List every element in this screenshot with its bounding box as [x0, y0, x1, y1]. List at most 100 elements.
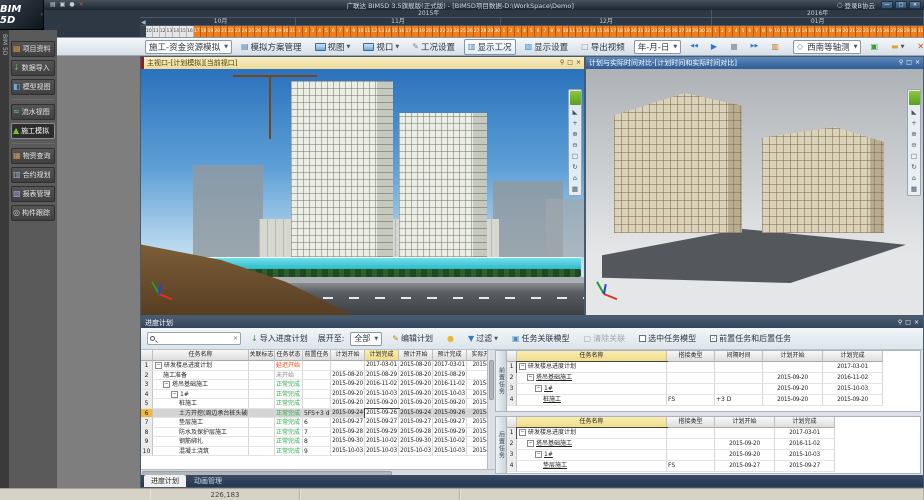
timeline-day[interactable]: 29 [487, 26, 494, 37]
collapse-icon[interactable]: − [535, 451, 542, 458]
cell-7[interactable]: 2015-09-20 [399, 390, 433, 400]
cell-3[interactable]: 正常完成 [275, 418, 303, 428]
task-search-input[interactable] [158, 335, 233, 343]
home-icon[interactable]: ⌂ [570, 173, 581, 183]
timeline-day[interactable]: 25 [877, 26, 884, 37]
timeline-day[interactable]: 5 [528, 26, 535, 37]
cell-6[interactable]: 2015-08-29 [365, 371, 399, 381]
cell-task-name[interactable]: −塔吊基础施工 [517, 439, 667, 450]
cell-2[interactable] [667, 384, 715, 395]
task-row[interactable]: 8防水及保护层施工正常完成72015-09-282015-09-292015-0… [141, 428, 487, 438]
predecessor-tab[interactable]: 前置任务 [496, 351, 507, 411]
timeline-day[interactable]: 31 [706, 26, 713, 37]
viewport-button[interactable]: 视口▼ [359, 39, 403, 55]
timeline-day[interactable]: 18 [412, 26, 419, 37]
cell-8[interactable]: 2017-03-01 [433, 361, 467, 371]
cell-3[interactable] [715, 384, 763, 395]
timeline-scroll-left-icon[interactable]: ◀ [141, 19, 146, 26]
timeline-day[interactable]: 14 [590, 26, 597, 37]
cell-task-name[interactable]: −塔吊基础施工 [153, 380, 249, 390]
cell-6[interactable]: 2015-10-03 [365, 390, 399, 400]
timeline-day[interactable]: 30 [283, 26, 290, 37]
timeline-day[interactable]: 14 [802, 26, 809, 37]
cell-4[interactable]: 2016-11-02 [775, 439, 835, 450]
sidebar-item-material-query[interactable]: ▦物资查询 [11, 148, 55, 164]
timeline-day[interactable]: 1 [296, 26, 303, 37]
timeline-day[interactable]: 31 [918, 26, 924, 37]
cell-3[interactable]: 延迟开始 [275, 361, 303, 371]
close-button[interactable]: ✕ [909, 1, 921, 9]
pin-icon[interactable]: ⚲ [560, 60, 564, 66]
cell-2[interactable] [249, 437, 275, 447]
cell-5[interactable]: 2015-10-03 [331, 447, 365, 457]
show-work-condition-button[interactable]: ▥显示工况 [464, 39, 516, 55]
cell-8[interactable]: 2016-11-02 [433, 380, 467, 390]
export-video-button[interactable]: □导出视频 [577, 39, 629, 55]
timeline-day[interactable]: 1 [501, 26, 508, 37]
locate-task-button[interactable]: ● [443, 333, 458, 345]
fullscreen-icon[interactable]: ▦ [570, 184, 581, 194]
timeline-day[interactable]: 11 [365, 26, 372, 37]
timeline-day[interactable]: 13 [795, 26, 802, 37]
collapse-icon[interactable]: − [171, 391, 178, 398]
timeline-day[interactable]: 6 [535, 26, 542, 37]
cell-task-name[interactable]: 施工准备 [153, 371, 249, 381]
cell-3[interactable] [715, 362, 763, 373]
work-condition-settings-button[interactable]: ✎工况设置 [408, 39, 459, 55]
cell-3[interactable]: 2015-09-20 [715, 450, 775, 461]
expand-level-select[interactable]: 全部▼ [350, 332, 382, 346]
cell-3[interactable]: 未开始 [275, 371, 303, 381]
link-task-row[interactable]: 3−1#2015-09-202015-10-03 [507, 384, 867, 395]
cell-4[interactable] [303, 361, 331, 371]
cell-4[interactable]: 6 [303, 418, 331, 428]
cell-8[interactable]: 2015-10-02 [433, 437, 467, 447]
timeline-day[interactable]: 22 [644, 26, 651, 37]
timeline-day[interactable]: 27 [890, 26, 897, 37]
timeline-day[interactable]: 24 [453, 26, 460, 37]
timeline-day[interactable]: 27 [474, 26, 481, 37]
cell-task-name[interactable]: 混凝土浇筑 [153, 447, 249, 457]
timeline-day[interactable]: 26 [883, 26, 890, 37]
timeline-day[interactable]: 9 [767, 26, 774, 37]
cell-6[interactable]: 2015-09-27 [365, 418, 399, 428]
cell-6[interactable]: 2015-09-29 [365, 428, 399, 438]
timeline-day[interactable]: 8 [761, 26, 768, 37]
gantt-button[interactable]: ▥ [767, 41, 783, 53]
cell-5[interactable]: 2015-09-20 [823, 395, 883, 406]
timeline-day[interactable]: 22 [440, 26, 447, 37]
date-format-select[interactable]: 年-月-日▼ [634, 40, 682, 54]
timeline-day[interactable]: 19 [207, 26, 214, 37]
zoom-out-icon[interactable]: ⊖ [570, 140, 581, 150]
timeline-day[interactable]: 12 [371, 26, 378, 37]
viewport-compare-titlebar[interactable]: 计划与实际时间对比-[计划时间和实际时间对比] ⚲ □ × [586, 57, 923, 69]
layers-flag-icon[interactable] [570, 91, 581, 105]
timeline-day[interactable]: 13 [378, 26, 385, 37]
float-icon[interactable]: □ [905, 320, 911, 326]
cell-4[interactable]: 2017-03-01 [775, 428, 835, 439]
cell-4[interactable]: 2015-09-27 [775, 461, 835, 472]
cell-2[interactable] [249, 390, 275, 400]
task-row[interactable]: 5桩施工正常完成2015-09-202015-09-202015-09-2020… [141, 399, 487, 409]
cell-9[interactable]: 2015-09 [467, 428, 487, 438]
timeline-day[interactable]: 24 [870, 26, 877, 37]
cell-2[interactable] [667, 373, 715, 384]
collapse-icon[interactable]: − [519, 363, 526, 370]
cell-2[interactable] [667, 362, 715, 373]
timeline-day[interactable]: 16 [815, 26, 822, 37]
cell-8[interactable]: 2015-09-20 [433, 399, 467, 409]
timeline-day[interactable]: 12 [576, 26, 583, 37]
cell-7[interactable]: 2015-09-20 [399, 399, 433, 409]
cell-2[interactable] [249, 447, 275, 457]
cell-4[interactable] [303, 390, 331, 400]
tab-进度计划[interactable]: 进度计划 [144, 475, 186, 487]
fast-forward-button[interactable]: ▶▶ [747, 42, 763, 51]
cell-3[interactable]: +3 D [715, 395, 763, 406]
timeline-day[interactable]: 25 [460, 26, 467, 37]
timeline-day[interactable]: 1 [713, 26, 720, 37]
clear-search-icon[interactable]: × [233, 335, 238, 342]
sidebar-item-flow-view[interactable]: ≈流水视图 [11, 104, 55, 120]
import-schedule-button[interactable]: ↓导入进度计划 [247, 331, 312, 346]
timeline-day[interactable]: 30 [699, 26, 706, 37]
timeline-day[interactable]: 5 [324, 26, 331, 37]
task-table-vscrollbar[interactable] [487, 350, 495, 469]
